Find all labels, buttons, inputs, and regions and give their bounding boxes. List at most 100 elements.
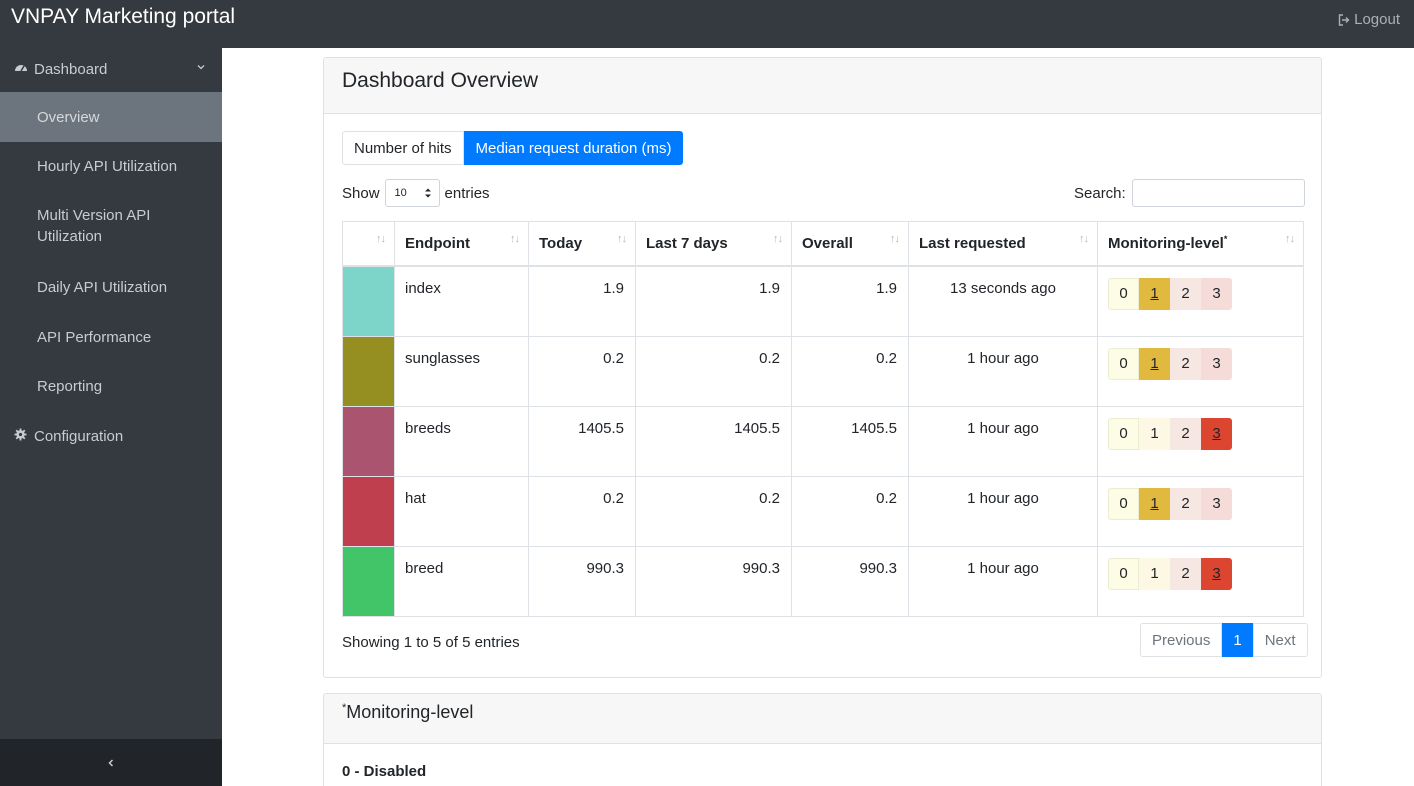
level-0-button[interactable]: 0	[1108, 417, 1139, 450]
last-requested-cell: 1 hour ago	[908, 475, 1098, 547]
overall-cell: 990.3	[791, 545, 909, 617]
endpoint-cell[interactable]: hat	[394, 475, 529, 547]
overall-cell: 1.9	[791, 265, 909, 337]
table-row[interactable]: breed 990.3 990.3 990.3 1 hour ago 0123	[342, 545, 1304, 617]
column-header-label: Endpoint	[405, 234, 470, 252]
level-2-button[interactable]: 2	[1170, 487, 1201, 520]
monitoring-level-selector: 0123	[1108, 557, 1232, 590]
monitoring-level-card-header	[324, 694, 1321, 744]
sort-icon: ↑↓	[890, 233, 900, 245]
endpoint-cell[interactable]: index	[394, 265, 529, 337]
level-1-button[interactable]: 1	[1139, 277, 1170, 310]
level-3-button[interactable]: 3	[1201, 417, 1232, 450]
sidebar-configuration[interactable]: Configuration	[0, 415, 222, 457]
tab-number-of-hits[interactable]: Number of hits	[342, 131, 464, 165]
level-0-button[interactable]: 0	[1108, 347, 1139, 380]
logout-link[interactable]: Logout	[1338, 11, 1400, 28]
level-3-button[interactable]: 3	[1201, 277, 1232, 310]
sidebar-item-multi-version-api[interactable]: Multi Version API Utilization	[0, 194, 222, 258]
gear-icon	[14, 428, 27, 441]
endpoint-color-cell	[342, 335, 395, 407]
column-header-endpoint[interactable]: Endpoint ↑↓	[394, 221, 529, 267]
level-3-button[interactable]: 3	[1201, 557, 1232, 590]
sort-icon: ↑↓	[1079, 233, 1089, 245]
monitoring-level-disabled-desc: 0 - Disabled	[342, 763, 427, 780]
sort-icon: ↑↓	[773, 233, 783, 245]
level-1-button[interactable]: 1	[1139, 557, 1170, 590]
endpoint-cell[interactable]: sunglasses	[394, 335, 529, 407]
column-header-label: Overall	[802, 234, 853, 252]
chevron-down-icon	[197, 65, 205, 70]
level-1-button[interactable]: 1	[1139, 487, 1170, 520]
level-3-button[interactable]: 3	[1201, 347, 1232, 380]
overall-cell: 1405.5	[791, 405, 909, 477]
metric-tab-group: Number of hits Median request duration (…	[342, 131, 684, 165]
last-7-days-cell: 990.3	[635, 545, 792, 617]
sort-icon: ↑↓	[510, 233, 520, 245]
endpoint-cell[interactable]: breed	[394, 545, 529, 617]
monitoring-level-cell: 0123	[1097, 335, 1304, 407]
sidebar-item-overview[interactable]: Overview	[0, 92, 222, 142]
endpoint-color-swatch	[343, 476, 394, 546]
column-header-last-7-days[interactable]: Last 7 days ↑↓	[635, 221, 792, 267]
level-2-button[interactable]: 2	[1170, 417, 1201, 450]
endpoint-color-swatch	[343, 406, 394, 476]
pagination-previous[interactable]: Previous	[1140, 623, 1223, 657]
pagination-next[interactable]: Next	[1252, 623, 1308, 657]
sidebar-dashboard[interactable]: Dashboard	[0, 48, 222, 90]
brand-title[interactable]: VNPAY Marketing portal	[11, 5, 235, 29]
endpoint-color-cell	[342, 265, 395, 337]
overall-cell: 0.2	[791, 335, 909, 407]
pagination-page-1[interactable]: 1	[1222, 623, 1253, 657]
sidebar-collapse-button[interactable]	[0, 739, 222, 786]
endpoint-color-swatch	[343, 266, 394, 336]
endpoint-cell[interactable]: breeds	[394, 405, 529, 477]
sort-icon: ↑↓	[1285, 233, 1295, 245]
table-row[interactable]: hat 0.2 0.2 0.2 1 hour ago 0123	[342, 475, 1304, 547]
level-1-button[interactable]: 1	[1139, 417, 1170, 450]
column-header-overall[interactable]: Overall ↑↓	[791, 221, 909, 267]
entries-select[interactable]: 10	[384, 179, 440, 207]
level-1-button[interactable]: 1	[1139, 347, 1170, 380]
search-input[interactable]	[1131, 179, 1305, 207]
level-0-button[interactable]: 0	[1108, 277, 1139, 310]
column-header-label: Last 7 days	[646, 234, 728, 252]
column-header-monitoring-level[interactable]: Monitoring-level* ↑↓	[1097, 221, 1304, 267]
level-3-button[interactable]: 3	[1201, 487, 1232, 520]
monitoring-level-selector: 0123	[1108, 487, 1232, 520]
pagination: Previous 1 Next	[1140, 623, 1308, 657]
level-2-button[interactable]: 2	[1170, 277, 1201, 310]
column-header-today[interactable]: Today ↑↓	[528, 221, 636, 267]
monitoring-level-cell: 0123	[1097, 265, 1304, 337]
table-row[interactable]: sunglasses 0.2 0.2 0.2 1 hour ago 0123	[342, 335, 1304, 407]
table-row[interactable]: index 1.9 1.9 1.9 13 seconds ago 0123	[342, 265, 1304, 337]
today-cell: 0.2	[528, 475, 636, 547]
entries-length-control: Show 10 entries	[342, 179, 490, 207]
sidebar-item-hourly-api[interactable]: Hourly API Utilization	[0, 142, 222, 190]
column-header-color[interactable]: ↑↓	[342, 221, 395, 267]
sidebar-item-label: Daily API Utilization	[37, 278, 168, 296]
last-7-days-cell: 1405.5	[635, 405, 792, 477]
chevron-left-icon	[108, 758, 114, 767]
column-header-label: Last requested	[919, 234, 1026, 252]
sidebar-item-api-performance[interactable]: API Performance	[0, 313, 222, 361]
endpoint-color-swatch	[343, 546, 394, 616]
sidebar: Dashboard Overview Hourly API Utilizatio…	[0, 48, 222, 786]
tab-median-request-duration[interactable]: Median request duration (ms)	[463, 131, 684, 165]
sidebar-item-label: Reporting	[37, 377, 103, 395]
sidebar-item-daily-api[interactable]: Daily API Utilization	[0, 263, 222, 311]
level-2-button[interactable]: 2	[1170, 557, 1201, 590]
column-header-label: Monitoring-level	[1108, 235, 1224, 253]
column-header-last-requested[interactable]: Last requested ↑↓	[908, 221, 1098, 267]
dashboard-icon	[15, 65, 27, 72]
table-row[interactable]: breeds 1405.5 1405.5 1405.5 1 hour ago 0…	[342, 405, 1304, 477]
level-0-button[interactable]: 0	[1108, 557, 1139, 590]
page-title: Dashboard Overview	[342, 69, 539, 92]
endpoint-color-cell	[342, 475, 395, 547]
top-navbar: VNPAY Marketing portal Logout	[0, 0, 1414, 48]
level-0-button[interactable]: 0	[1108, 487, 1139, 520]
table-body: index 1.9 1.9 1.9 13 seconds ago 0123 su…	[342, 265, 1304, 617]
level-2-button[interactable]: 2	[1170, 347, 1201, 380]
entries-label: entries	[444, 184, 490, 202]
sidebar-item-reporting[interactable]: Reporting	[0, 362, 222, 410]
